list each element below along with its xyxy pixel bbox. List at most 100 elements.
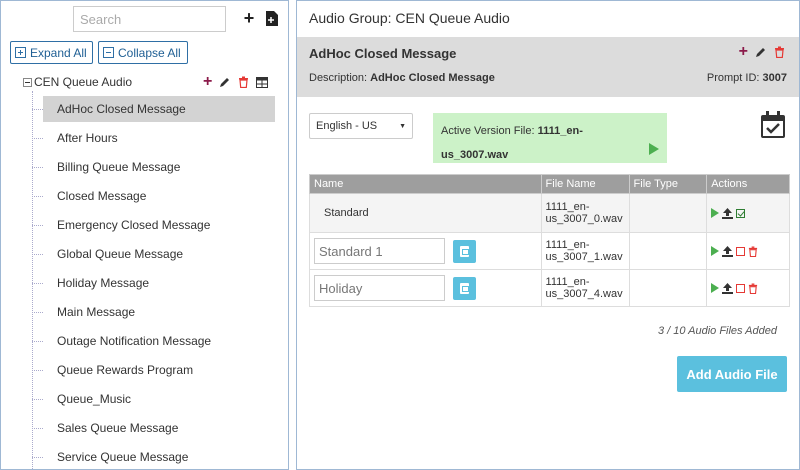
file-name-line1: 1111_en- xyxy=(545,239,590,251)
tree-connector-line xyxy=(32,225,43,226)
column-header-actions: Actions xyxy=(706,174,790,194)
file-type xyxy=(628,193,708,233)
save-button[interactable] xyxy=(453,276,476,300)
upload-icon[interactable] xyxy=(722,245,734,257)
tree-root-node[interactable]: CEN Queue Audio + xyxy=(23,73,281,91)
activate-checkbox-icon[interactable] xyxy=(736,283,746,293)
tree-connector-line xyxy=(32,341,43,342)
tree-item[interactable]: AdHoc Closed Message xyxy=(43,96,275,122)
search-input[interactable] xyxy=(73,6,226,32)
tree-item[interactable]: Billing Queue Message xyxy=(43,154,275,180)
chevron-down-icon: ▼ xyxy=(399,122,406,130)
audio-name-input[interactable] xyxy=(314,275,445,301)
file-name-line2: us_3007_0.wav xyxy=(545,213,623,225)
tree-item[interactable]: Main Message xyxy=(43,299,275,325)
tree-item-label: After Hours xyxy=(57,131,118,145)
active-version-file-line1: 1111_en- xyxy=(537,125,583,137)
add-icon[interactable]: + xyxy=(203,74,212,90)
delete-icon[interactable] xyxy=(748,283,758,294)
add-audio-file-button[interactable]: Add Audio File xyxy=(677,356,787,392)
description-label: Description: xyxy=(309,72,368,84)
prompt-id: Prompt ID: 3007 xyxy=(707,72,787,84)
collapse-all-button[interactable]: Collapse All xyxy=(98,41,188,64)
tree-item[interactable]: Holiday Message xyxy=(43,270,275,296)
table-row: 1111_en-us_3007_1.wav xyxy=(309,232,790,270)
tree-item[interactable]: Service Queue Message xyxy=(43,444,275,470)
tree-item[interactable]: Emergency Closed Message xyxy=(43,212,275,238)
collapse-toggle-icon[interactable] xyxy=(23,77,32,87)
file-name-line1: 1111_en- xyxy=(545,201,590,213)
language-select[interactable]: English - US ▼ xyxy=(309,113,413,139)
language-selected-value: English - US xyxy=(316,120,378,132)
play-icon[interactable] xyxy=(649,143,659,155)
prompt-id-value: 3007 xyxy=(762,72,787,84)
delete-icon[interactable] xyxy=(774,46,785,58)
audio-name-input[interactable] xyxy=(314,238,445,264)
upload-icon[interactable] xyxy=(722,207,734,219)
message-description: Description: AdHoc Closed Message xyxy=(309,72,495,84)
message-title: AdHoc Closed Message xyxy=(309,46,457,61)
tree-guide-line xyxy=(32,91,33,469)
tree-panel: + Expand All Collapse All CEN Queue Audi… xyxy=(0,0,289,470)
collapse-all-label: Collapse All xyxy=(118,45,181,60)
table-icon[interactable] xyxy=(256,76,269,88)
tree-item-label: AdHoc Closed Message xyxy=(57,102,186,116)
delete-icon[interactable] xyxy=(748,246,758,257)
add-icon[interactable]: + xyxy=(242,9,256,27)
tree-item[interactable]: Queue Rewards Program xyxy=(43,357,275,383)
tree-item-label: Emergency Closed Message xyxy=(57,218,211,232)
active-check-icon[interactable] xyxy=(736,208,746,218)
page-title: Audio Group: CEN Queue Audio xyxy=(309,10,510,26)
active-version-file-line2: us_3007.wav xyxy=(441,149,509,161)
file-name-line1: 1111_en- xyxy=(545,276,590,288)
prompt-id-label: Prompt ID: xyxy=(706,72,760,84)
collapse-icon xyxy=(103,47,114,58)
tree-item[interactable]: Global Queue Message xyxy=(43,241,275,267)
file-name-line2: us_3007_1.wav xyxy=(545,251,623,263)
files-count-text: 3 / 10 Audio Files Added xyxy=(657,325,777,337)
edit-icon[interactable] xyxy=(219,76,231,88)
save-button[interactable] xyxy=(453,239,476,263)
tree-item-label: Outage Notification Message xyxy=(57,334,212,348)
edit-icon[interactable] xyxy=(755,46,767,58)
active-version-box: Active Version File: 1111_en- us_3007.wa… xyxy=(433,113,667,163)
table-row: Standard 1111_en-us_3007_0.wav xyxy=(309,193,790,233)
tree-item-label: Queue_Music xyxy=(57,392,132,406)
tree-connector-line xyxy=(32,312,43,313)
upload-icon[interactable] xyxy=(722,282,734,294)
activate-checkbox-icon[interactable] xyxy=(736,246,746,256)
detail-panel: Audio Group: CEN Queue Audio AdHoc Close… xyxy=(296,0,800,470)
tree-connector-line xyxy=(32,109,43,110)
play-icon[interactable] xyxy=(711,283,720,293)
tree-connector-line xyxy=(32,196,43,197)
tree-connector-line xyxy=(32,138,43,139)
tree-item-label: Sales Queue Message xyxy=(57,421,179,435)
tree-item-label: Billing Queue Message xyxy=(57,160,181,174)
tree-item-label: Main Message xyxy=(57,305,136,319)
tree-connector-line xyxy=(32,167,43,168)
play-icon[interactable] xyxy=(711,208,720,218)
column-header-file-name[interactable]: File Name xyxy=(540,174,630,194)
tree-connector-line xyxy=(32,428,43,429)
tree-root-label: CEN Queue Audio xyxy=(34,75,133,89)
tree-item[interactable]: Queue_Music xyxy=(43,386,275,412)
delete-icon[interactable] xyxy=(238,76,249,88)
tree-item-label: Service Queue Message xyxy=(57,450,189,464)
expand-all-label: Expand All xyxy=(30,45,87,60)
tree-connector-line xyxy=(32,399,43,400)
file-name-line2: us_3007_4.wav xyxy=(545,288,623,300)
tree-item[interactable]: After Hours xyxy=(43,125,275,151)
play-icon[interactable] xyxy=(711,246,720,256)
description-value: AdHoc Closed Message xyxy=(370,72,495,84)
tree-connector-line xyxy=(32,370,43,371)
tree-item[interactable]: Outage Notification Message xyxy=(43,328,275,354)
add-icon[interactable]: + xyxy=(739,44,748,60)
tree-item[interactable]: Closed Message xyxy=(43,183,275,209)
active-version-label: Active Version File: xyxy=(441,125,535,137)
tree-item[interactable]: Sales Queue Message xyxy=(43,415,275,441)
column-header-name[interactable]: Name xyxy=(309,174,542,194)
calendar-check-icon[interactable] xyxy=(761,111,785,138)
column-header-file-type[interactable]: File Type xyxy=(628,174,708,194)
expand-all-button[interactable]: Expand All xyxy=(10,41,93,64)
new-document-icon[interactable] xyxy=(266,11,278,26)
